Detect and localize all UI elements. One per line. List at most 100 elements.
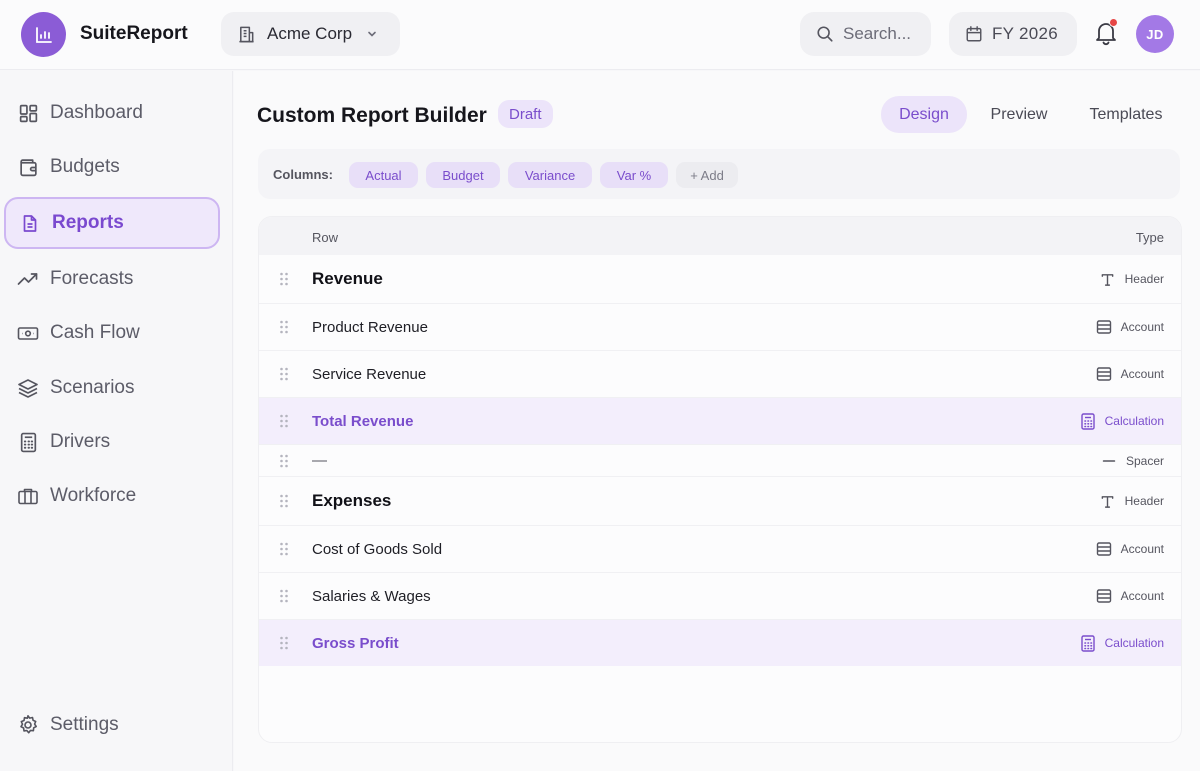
columns-bar: Columns: Actual Budget Variance Var % + …: [258, 149, 1180, 199]
drag-handle-icon[interactable]: [279, 272, 289, 286]
table-row[interactable]: Salaries & Wages Account: [259, 573, 1181, 620]
layers-icon: [17, 377, 39, 399]
row-label: Total Revenue: [312, 412, 414, 430]
org-name: Acme Corp: [267, 24, 353, 43]
columns-label: Columns:: [273, 167, 333, 182]
calculator-icon: [1080, 412, 1096, 430]
document-icon: [19, 212, 41, 234]
sidebar-item-label: Forecasts: [50, 268, 134, 289]
top-bar: SuiteReport Acme Corp Search... FY 2026 …: [0, 0, 1200, 70]
row-type-label: Header: [1124, 272, 1164, 286]
sidebar-item-reports[interactable]: Reports: [4, 197, 220, 249]
drag-handle-icon[interactable]: [279, 542, 289, 556]
gear-icon: [17, 714, 39, 736]
calendar-icon: [966, 26, 982, 42]
row-label: Service Revenue: [312, 365, 427, 383]
drag-handle-icon[interactable]: [279, 589, 289, 603]
page-title: Custom Report Builder: [257, 104, 487, 127]
table-row[interactable]: — Spacer: [259, 445, 1181, 477]
row-type: Header: [1100, 271, 1164, 287]
text-type-icon: [1100, 271, 1116, 287]
table-row[interactable]: Total Revenue Calculation: [259, 398, 1181, 445]
grid-icon: [17, 102, 39, 124]
row-type-label: Account: [1120, 367, 1164, 381]
sidebar-item-budgets[interactable]: Budgets: [4, 141, 220, 193]
sidebar-item-workforce[interactable]: Workforce: [4, 470, 220, 522]
search-icon: [817, 26, 833, 42]
sidebar-item-label: Settings: [50, 714, 119, 735]
ledger-icon: [1096, 588, 1112, 604]
row-type: Account: [1096, 588, 1164, 604]
row-label: Revenue: [312, 269, 383, 288]
column-chip-actual[interactable]: Actual: [349, 162, 418, 188]
briefcase-icon: [17, 485, 39, 507]
table-row[interactable]: Product Revenue Account: [259, 304, 1181, 351]
row-type-label: Account: [1120, 542, 1164, 556]
row-type-label: Account: [1120, 589, 1164, 603]
fiscal-year-picker[interactable]: FY 2026: [949, 12, 1077, 56]
column-chip-budget[interactable]: Budget: [426, 162, 500, 188]
table-row[interactable]: Revenue Header: [259, 255, 1181, 304]
sidebar-item-cash-flow[interactable]: Cash Flow: [4, 307, 220, 359]
add-column-button[interactable]: + Add: [676, 162, 738, 188]
row-type: Calculation: [1080, 634, 1164, 652]
sidebar-item-forecasts[interactable]: Forecasts: [4, 253, 220, 305]
notification-dot: [1109, 18, 1118, 27]
app-name: SuiteReport: [80, 23, 188, 44]
row-type-label: Calculation: [1104, 636, 1164, 650]
search-box[interactable]: Search...: [800, 12, 931, 56]
row-type-label: Account: [1120, 320, 1164, 334]
main-content: Custom Report Builder Draft Design Previ…: [234, 71, 1200, 771]
drag-handle-icon[interactable]: [279, 636, 289, 650]
building-icon: [239, 26, 254, 42]
table-row[interactable]: Cost of Goods Sold Account: [259, 526, 1181, 573]
row-type: Account: [1096, 541, 1164, 557]
bar-chart-icon: [35, 26, 52, 43]
drag-handle-icon[interactable]: [279, 454, 289, 468]
search-placeholder: Search...: [843, 24, 912, 43]
table-row[interactable]: Service Revenue Account: [259, 351, 1181, 398]
sidebar-item-settings[interactable]: Settings: [4, 699, 220, 751]
table-row[interactable]: Expenses Header: [259, 477, 1181, 526]
row-type-label: Spacer: [1125, 453, 1164, 468]
row-label: Cost of Goods Sold: [312, 540, 443, 558]
report-rows-table: Row Type Revenue Header Product Revenue …: [258, 216, 1182, 743]
column-header-row: Row: [312, 230, 339, 245]
row-type-label: Calculation: [1104, 414, 1164, 428]
table-row[interactable]: Gross Profit Calculation: [259, 620, 1181, 666]
minus-icon: [1101, 453, 1117, 469]
row-label: Product Revenue: [312, 318, 428, 336]
drag-handle-icon[interactable]: [279, 494, 289, 508]
column-chip-variance[interactable]: Variance: [508, 162, 592, 188]
text-type-icon: [1100, 493, 1116, 509]
drag-handle-icon[interactable]: [279, 367, 289, 381]
row-type: Spacer: [1101, 453, 1164, 469]
drag-handle-icon[interactable]: [279, 414, 289, 428]
tab-preview[interactable]: Preview: [976, 96, 1062, 133]
column-header-type: Type: [1135, 230, 1164, 245]
sidebar-item-label: Dashboard: [50, 102, 143, 123]
trend-up-icon: [17, 268, 39, 290]
table-header: Row Type: [259, 217, 1181, 255]
sidebar-item-scenarios[interactable]: Scenarios: [4, 362, 220, 414]
drag-handle-icon[interactable]: [279, 320, 289, 334]
sidebar-item-label: Reports: [52, 212, 124, 233]
ledger-icon: [1096, 319, 1112, 335]
sidebar-item-label: Cash Flow: [50, 322, 140, 343]
sidebar-item-drivers[interactable]: Drivers: [4, 416, 220, 468]
sidebar-item-dashboard[interactable]: Dashboard: [4, 87, 220, 139]
column-chip-var-pct[interactable]: Var %: [600, 162, 668, 188]
sidebar-item-label: Scenarios: [50, 377, 135, 398]
sidebar-item-label: Budgets: [50, 156, 120, 177]
user-avatar[interactable]: JD: [1136, 15, 1174, 53]
row-type: Account: [1096, 366, 1164, 382]
app-logo[interactable]: [21, 12, 66, 57]
org-switcher[interactable]: Acme Corp: [221, 12, 400, 56]
chevron-down-icon: [368, 31, 376, 37]
tab-templates[interactable]: Templates: [1078, 96, 1174, 133]
tab-design[interactable]: Design: [881, 96, 967, 133]
calculator-icon: [17, 431, 39, 453]
fiscal-year-label: FY 2026: [992, 24, 1059, 43]
notifications-button[interactable]: [1094, 18, 1120, 48]
row-label: Gross Profit: [312, 634, 399, 652]
